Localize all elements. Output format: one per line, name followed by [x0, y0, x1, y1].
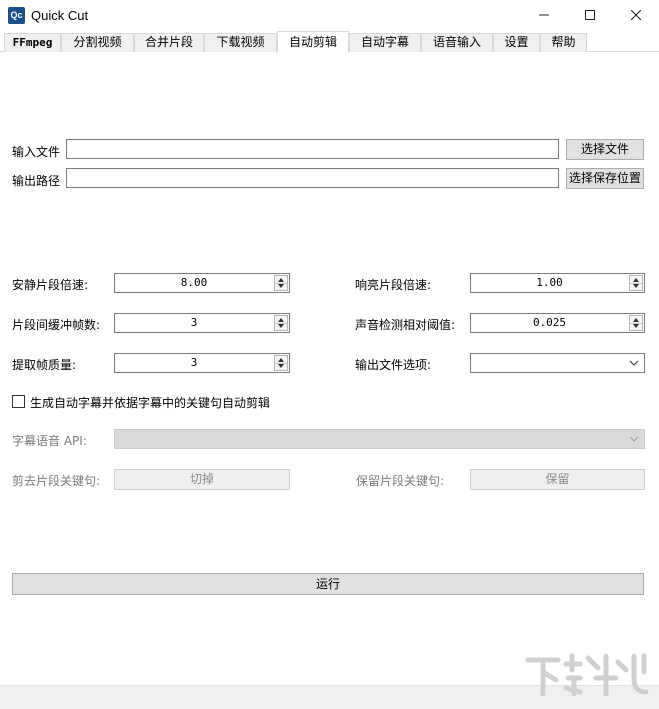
input-file-field[interactable] — [66, 139, 559, 159]
sounded-speed-value: 1.00 — [536, 276, 563, 289]
spin-arrows — [274, 275, 288, 291]
input-file-label: 输入文件 — [12, 145, 61, 159]
output-path-field[interactable] — [66, 168, 559, 188]
subtitle-api-select[interactable] — [114, 429, 645, 449]
output-path-label: 输出路径 — [12, 174, 61, 188]
choose-file-button[interactable]: 选择文件 — [566, 139, 644, 160]
close-button[interactable] — [613, 0, 659, 31]
tab-download-video[interactable]: 下载视频 — [204, 33, 277, 52]
silent-speed-label: 安静片段倍速: — [12, 278, 89, 292]
minimize-button[interactable] — [521, 0, 567, 31]
watermark-logo — [525, 653, 649, 697]
choose-save-location-button[interactable]: 选择保存位置 — [566, 168, 644, 189]
tab-merge-clips[interactable]: 合并片段 — [134, 33, 204, 52]
frame-quality-value: 3 — [190, 356, 198, 369]
silent-speed-value: 8.00 — [180, 276, 208, 289]
window-title: Quick Cut — [31, 8, 89, 23]
cut-keyword-field[interactable]: 切掉 — [114, 469, 290, 490]
subtitle-api-label: 字幕语音 API: — [12, 434, 87, 448]
spin-arrows — [629, 315, 643, 331]
arrow-down-icon — [278, 364, 284, 368]
frame-margin-label: 片段间缓冲帧数: — [12, 318, 101, 332]
spin-down-button[interactable] — [630, 282, 642, 290]
keep-keyword-field[interactable]: 保留 — [470, 469, 645, 490]
output-option-select[interactable] — [470, 353, 645, 373]
spin-arrows — [274, 315, 288, 331]
arrow-down-icon — [278, 324, 284, 328]
auto-subtitle-checkbox-label[interactable]: 生成自动字幕并依据字幕中的关键句自动剪辑 — [30, 394, 270, 411]
arrow-down-icon — [633, 324, 639, 328]
spin-down-button[interactable] — [275, 362, 287, 370]
spin-arrows — [274, 355, 288, 371]
minimize-icon — [539, 14, 549, 16]
tab-auto-subtitle[interactable]: 自动字幕 — [349, 33, 421, 52]
threshold-label: 声音检测相对阈值: — [355, 318, 456, 332]
keep-keyword-label: 保留片段关键句: — [356, 474, 445, 488]
spin-down-button[interactable] — [275, 322, 287, 330]
frame-quality-spinbox[interactable]: 3 — [114, 353, 290, 373]
frame-margin-spinbox[interactable]: 3 — [114, 313, 290, 333]
tab-ffmpeg[interactable]: FFmpeg — [4, 33, 61, 52]
auto-subtitle-checkbox[interactable] — [12, 395, 25, 408]
frame-quality-label: 提取帧质量: — [12, 358, 77, 372]
tab-split-video[interactable]: 分割视频 — [61, 33, 134, 52]
maximize-icon — [585, 10, 595, 20]
tab-auto-edit[interactable]: 自动剪辑 — [277, 31, 349, 53]
threshold-spinbox[interactable]: 0.025 — [470, 313, 645, 333]
spin-arrows — [629, 275, 643, 291]
output-option-label: 输出文件选项: — [355, 358, 432, 372]
spin-down-button[interactable] — [630, 322, 642, 330]
arrow-down-icon — [633, 284, 639, 288]
spin-down-button[interactable] — [275, 282, 287, 290]
title-bar: Qc Quick Cut — [0, 0, 659, 31]
tab-settings[interactable]: 设置 — [493, 33, 540, 52]
chevron-down-icon — [629, 360, 639, 366]
maximize-button[interactable] — [567, 0, 613, 31]
tab-voice-input[interactable]: 语音输入 — [421, 33, 493, 52]
arrow-down-icon — [278, 284, 284, 288]
frame-margin-value: 3 — [190, 316, 198, 329]
threshold-value: 0.025 — [532, 316, 567, 329]
app-icon: Qc — [8, 7, 25, 24]
cut-keyword-label: 剪去片段关键句: — [12, 474, 101, 488]
tab-bar: FFmpeg 分割视频 合并片段 下载视频 自动剪辑 自动字幕 语音输入 设置 … — [0, 31, 659, 53]
tab-help[interactable]: 帮助 — [540, 33, 587, 52]
run-button[interactable]: 运行 — [12, 573, 644, 595]
sounded-speed-spinbox[interactable]: 1.00 — [470, 273, 645, 293]
sounded-speed-label: 响亮片段倍速: — [355, 278, 432, 292]
silent-speed-spinbox[interactable]: 8.00 — [114, 273, 290, 293]
close-icon — [630, 9, 642, 21]
chevron-down-icon — [629, 436, 639, 442]
